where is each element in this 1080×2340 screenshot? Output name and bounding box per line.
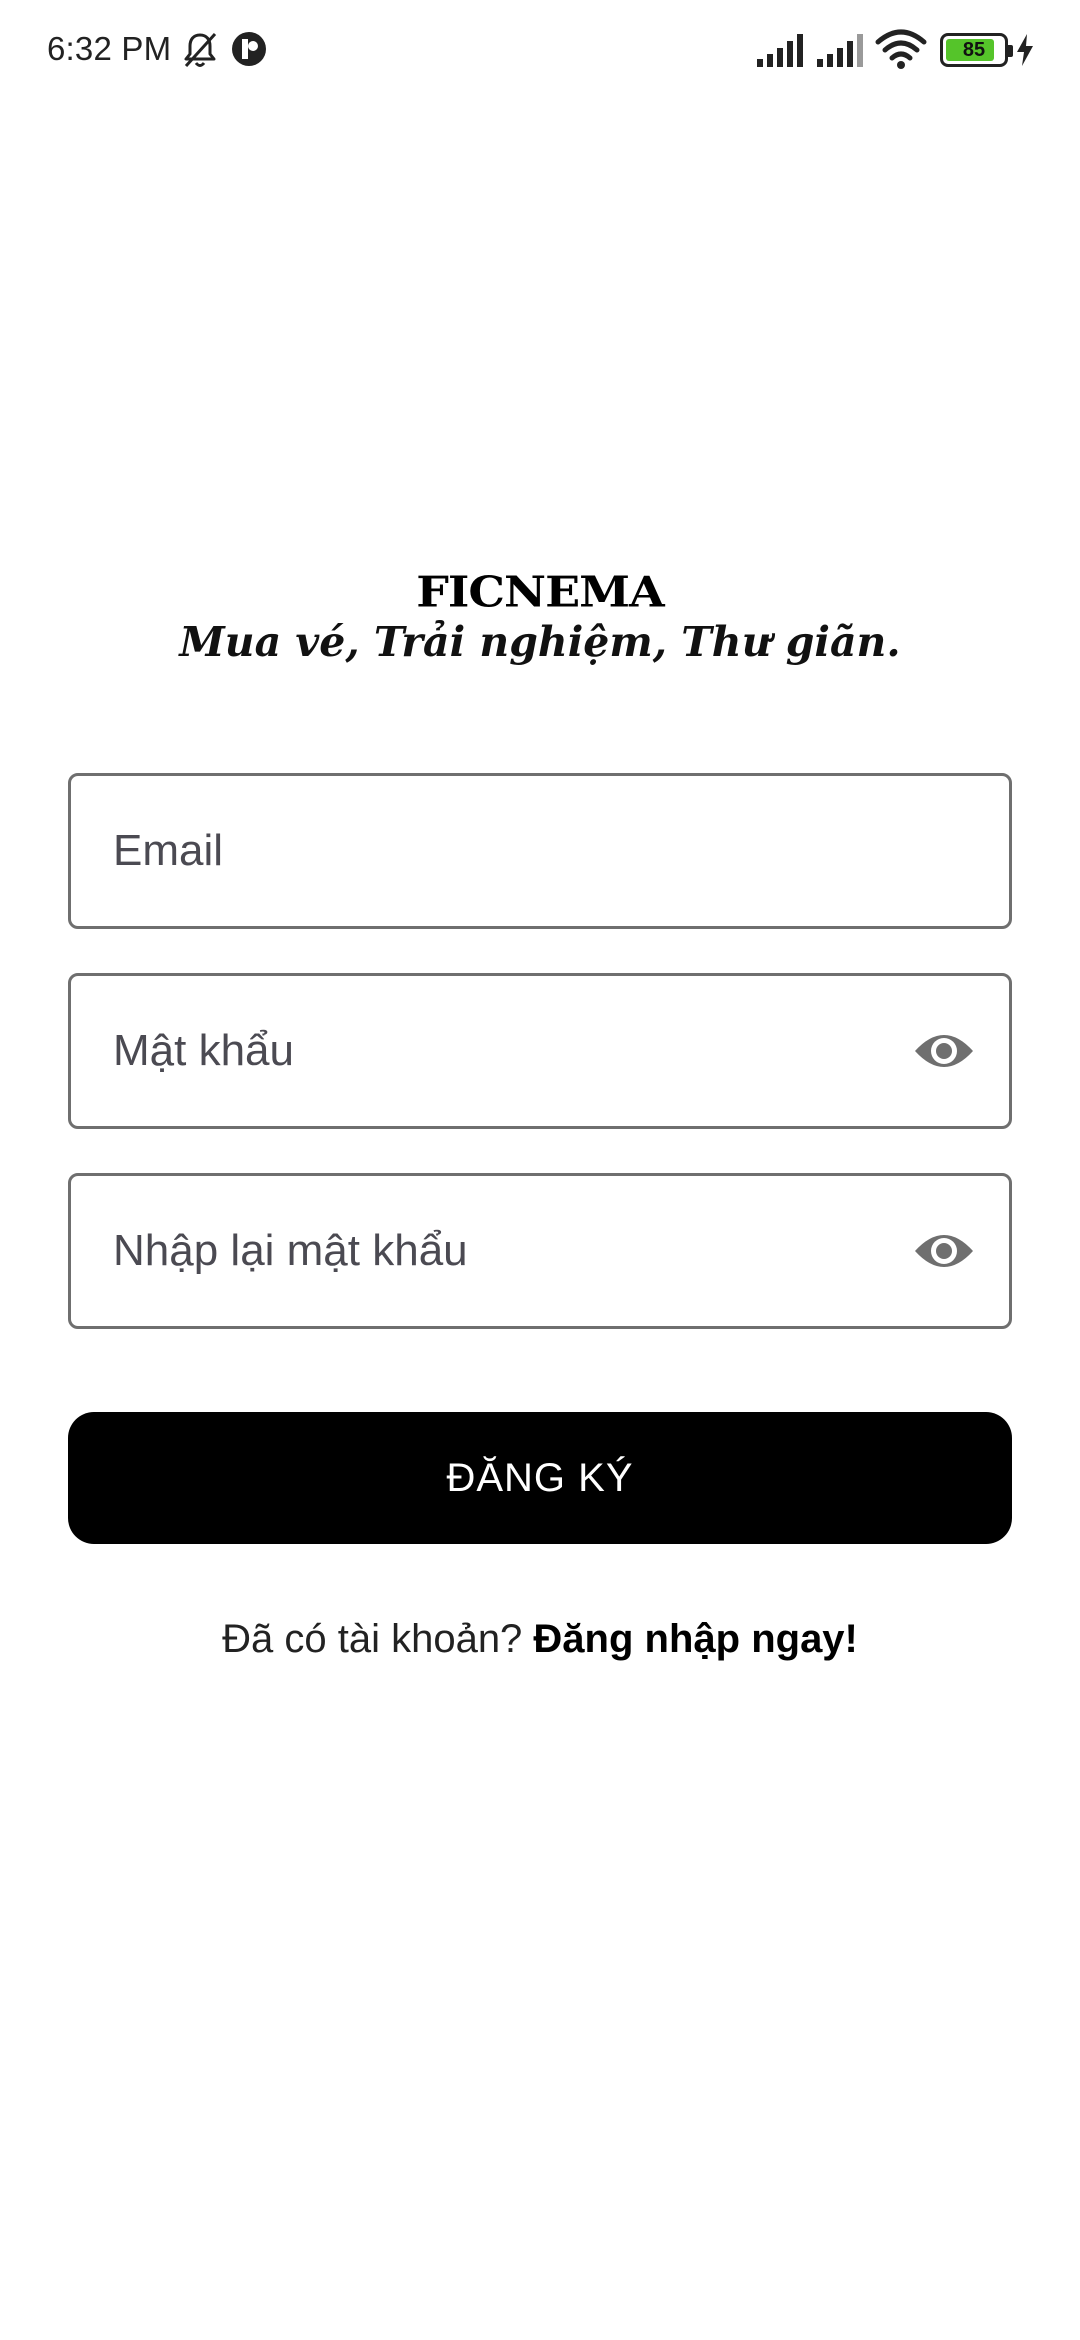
password-field[interactable] <box>68 973 1012 1129</box>
eye-icon[interactable] <box>913 1223 975 1279</box>
battery-level: 85 <box>962 39 986 61</box>
charging-icon <box>1017 34 1033 66</box>
eye-icon[interactable] <box>913 1023 975 1079</box>
app-notification-icon <box>232 32 266 66</box>
login-prompt-text: Đã có tài khoản? <box>222 1617 534 1661</box>
brand-logo: FICNEMA <box>416 567 665 617</box>
confirm-password-field[interactable] <box>68 1173 1012 1329</box>
login-link[interactable]: Đăng nhập ngay! <box>533 1617 857 1661</box>
register-button[interactable]: ĐĂNG KÝ <box>68 1412 1012 1544</box>
wifi-icon <box>875 29 927 69</box>
signal-icon <box>757 34 803 67</box>
brand-tagline: Mua vé, Trải nghiệm, Thư giãn. <box>179 618 901 666</box>
confirm-password-input[interactable] <box>113 1176 933 1326</box>
status-bar: 6:32 PM 85 <box>0 0 1080 100</box>
status-time: 6:32 PM <box>47 30 172 67</box>
password-input[interactable] <box>113 976 933 1126</box>
email-input[interactable] <box>113 776 933 926</box>
bell-off-icon <box>184 32 217 68</box>
signup-screen: 6:32 PM 85 FICNEMA Mua vé, Trải nghiệm, … <box>0 0 1080 2340</box>
email-field[interactable] <box>68 773 1012 929</box>
signal-icon <box>817 34 863 67</box>
login-prompt: Đã có tài khoản? Đăng nhập ngay! <box>0 1617 1080 1662</box>
battery-icon: 85 <box>940 33 1013 67</box>
